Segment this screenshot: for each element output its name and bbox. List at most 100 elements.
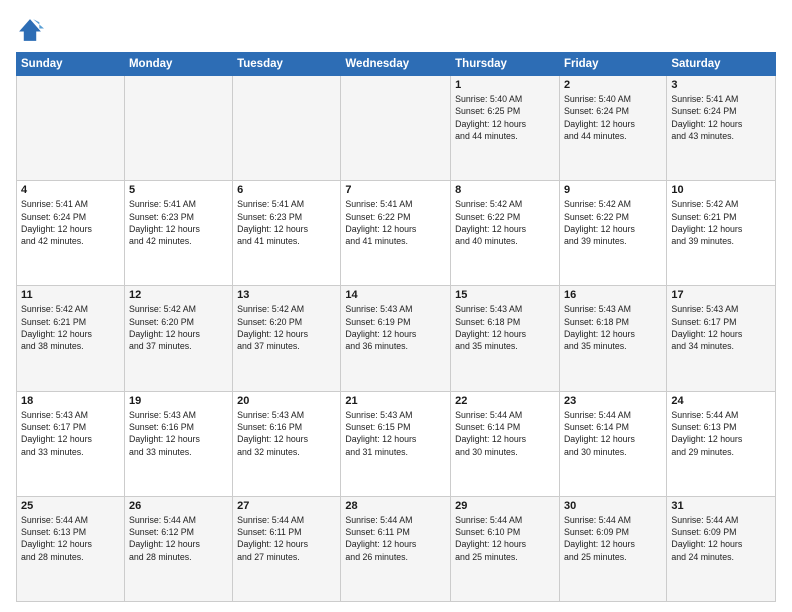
day-cell: 24 Sunrise: 5:44 AM Sunset: 6:13 PM Dayli… <box>667 391 776 496</box>
day-cell: 4Sunrise: 5:41 AM Sunset: 6:24 PM Daylig… <box>17 181 125 286</box>
day-cell: 30 Sunrise: 5:44 AM Sunset: 6:09 PM Dayli… <box>559 496 666 601</box>
day-number: 17 <box>671 289 771 301</box>
day-cell: 21Sunrise: 5:43 AM Sunset: 6:15 PM Dayli… <box>341 391 451 496</box>
day-cell: 18 Sunrise: 5:43 AM Sunset: 6:17 PM Dayli… <box>17 391 125 496</box>
day-info: Sunrise: 5:41 AM Sunset: 6:23 PM Dayligh… <box>129 198 228 247</box>
day-number: 27 <box>237 500 336 512</box>
header-row: SundayMondayTuesdayWednesdayThursdayFrid… <box>17 53 776 76</box>
day-number: 6 <box>237 184 336 196</box>
day-number: 3 <box>671 79 771 91</box>
day-cell: 8Sunrise: 5:42 AM Sunset: 6:22 PM Daylig… <box>451 181 560 286</box>
day-number: 5 <box>129 184 228 196</box>
day-number: 14 <box>345 289 446 301</box>
day-cell: 26Sunrise: 5:44 AM Sunset: 6:12 PM Dayli… <box>124 496 232 601</box>
calendar-header: SundayMondayTuesdayWednesdayThursdayFrid… <box>17 53 776 76</box>
day-number: 9 <box>564 184 662 196</box>
day-info: Sunrise: 5:44 AM Sunset: 6:12 PM Dayligh… <box>129 514 228 563</box>
day-info: Sunrise: 5:41 AM Sunset: 6:23 PM Dayligh… <box>237 198 336 247</box>
day-cell: 6 Sunrise: 5:41 AM Sunset: 6:23 PM Daylig… <box>233 181 341 286</box>
day-info: Sunrise: 5:43 AM Sunset: 6:18 PM Dayligh… <box>455 303 555 352</box>
day-cell: 9Sunrise: 5:42 AM Sunset: 6:22 PM Daylig… <box>559 181 666 286</box>
day-info: Sunrise: 5:42 AM Sunset: 6:20 PM Dayligh… <box>129 303 228 352</box>
day-cell: 5 Sunrise: 5:41 AM Sunset: 6:23 PM Daylig… <box>124 181 232 286</box>
day-cell: 20 Sunrise: 5:43 AM Sunset: 6:16 PM Dayli… <box>233 391 341 496</box>
day-info: Sunrise: 5:43 AM Sunset: 6:17 PM Dayligh… <box>21 409 120 458</box>
day-number: 21 <box>345 395 446 407</box>
day-header-saturday: Saturday <box>667 53 776 76</box>
day-cell: 29Sunrise: 5:44 AM Sunset: 6:10 PM Dayli… <box>451 496 560 601</box>
day-cell <box>341 76 451 181</box>
day-info: Sunrise: 5:42 AM Sunset: 6:21 PM Dayligh… <box>671 198 771 247</box>
day-cell: 22Sunrise: 5:44 AM Sunset: 6:14 PM Dayli… <box>451 391 560 496</box>
day-number: 8 <box>455 184 555 196</box>
day-number: 22 <box>455 395 555 407</box>
day-header-friday: Friday <box>559 53 666 76</box>
day-cell: 17 Sunrise: 5:43 AM Sunset: 6:17 PM Dayli… <box>667 286 776 391</box>
day-number: 1 <box>455 79 555 91</box>
day-number: 31 <box>671 500 771 512</box>
day-info: Sunrise: 5:44 AM Sunset: 6:14 PM Dayligh… <box>564 409 662 458</box>
day-info: Sunrise: 5:43 AM Sunset: 6:19 PM Dayligh… <box>345 303 446 352</box>
day-cell: 2Sunrise: 5:40 AM Sunset: 6:24 PM Daylig… <box>559 76 666 181</box>
header <box>16 16 776 44</box>
day-cell <box>17 76 125 181</box>
day-cell: 11Sunrise: 5:42 AM Sunset: 6:21 PM Dayli… <box>17 286 125 391</box>
page: SundayMondayTuesdayWednesdayThursdayFrid… <box>0 0 792 612</box>
day-header-sunday: Sunday <box>17 53 125 76</box>
day-cell <box>124 76 232 181</box>
day-info: Sunrise: 5:41 AM Sunset: 6:22 PM Dayligh… <box>345 198 446 247</box>
week-row-2: 11Sunrise: 5:42 AM Sunset: 6:21 PM Dayli… <box>17 286 776 391</box>
logo-icon <box>16 16 44 44</box>
day-header-tuesday: Tuesday <box>233 53 341 76</box>
day-info: Sunrise: 5:41 AM Sunset: 6:24 PM Dayligh… <box>671 93 771 142</box>
day-info: Sunrise: 5:44 AM Sunset: 6:09 PM Dayligh… <box>564 514 662 563</box>
calendar-table: SundayMondayTuesdayWednesdayThursdayFrid… <box>16 52 776 602</box>
calendar-body: 1 Sunrise: 5:40 AM Sunset: 6:25 PM Daylig… <box>17 76 776 602</box>
day-cell: 23 Sunrise: 5:44 AM Sunset: 6:14 PM Dayli… <box>559 391 666 496</box>
day-number: 23 <box>564 395 662 407</box>
day-cell: 3 Sunrise: 5:41 AM Sunset: 6:24 PM Daylig… <box>667 76 776 181</box>
day-cell: 28Sunrise: 5:44 AM Sunset: 6:11 PM Dayli… <box>341 496 451 601</box>
day-info: Sunrise: 5:43 AM Sunset: 6:16 PM Dayligh… <box>237 409 336 458</box>
day-number: 16 <box>564 289 662 301</box>
day-number: 10 <box>671 184 771 196</box>
day-cell: 15 Sunrise: 5:43 AM Sunset: 6:18 PM Dayli… <box>451 286 560 391</box>
day-cell: 12Sunrise: 5:42 AM Sunset: 6:20 PM Dayli… <box>124 286 232 391</box>
day-info: Sunrise: 5:41 AM Sunset: 6:24 PM Dayligh… <box>21 198 120 247</box>
day-cell: 27 Sunrise: 5:44 AM Sunset: 6:11 PM Dayli… <box>233 496 341 601</box>
day-number: 19 <box>129 395 228 407</box>
week-row-1: 4Sunrise: 5:41 AM Sunset: 6:24 PM Daylig… <box>17 181 776 286</box>
day-cell: 19 Sunrise: 5:43 AM Sunset: 6:16 PM Dayli… <box>124 391 232 496</box>
day-info: Sunrise: 5:44 AM Sunset: 6:13 PM Dayligh… <box>671 409 771 458</box>
day-info: Sunrise: 5:44 AM Sunset: 6:11 PM Dayligh… <box>237 514 336 563</box>
logo <box>16 16 48 44</box>
day-number: 29 <box>455 500 555 512</box>
day-header-wednesday: Wednesday <box>341 53 451 76</box>
day-number: 7 <box>345 184 446 196</box>
day-number: 2 <box>564 79 662 91</box>
week-row-3: 18 Sunrise: 5:43 AM Sunset: 6:17 PM Dayli… <box>17 391 776 496</box>
week-row-0: 1 Sunrise: 5:40 AM Sunset: 6:25 PM Daylig… <box>17 76 776 181</box>
day-info: Sunrise: 5:43 AM Sunset: 6:17 PM Dayligh… <box>671 303 771 352</box>
day-cell: 13Sunrise: 5:42 AM Sunset: 6:20 PM Dayli… <box>233 286 341 391</box>
day-info: Sunrise: 5:44 AM Sunset: 6:09 PM Dayligh… <box>671 514 771 563</box>
day-cell: 31 Sunrise: 5:44 AM Sunset: 6:09 PM Dayli… <box>667 496 776 601</box>
day-number: 20 <box>237 395 336 407</box>
day-cell: 14 Sunrise: 5:43 AM Sunset: 6:19 PM Dayli… <box>341 286 451 391</box>
day-info: Sunrise: 5:40 AM Sunset: 6:25 PM Dayligh… <box>455 93 555 142</box>
day-info: Sunrise: 5:42 AM Sunset: 6:20 PM Dayligh… <box>237 303 336 352</box>
day-cell: 1 Sunrise: 5:40 AM Sunset: 6:25 PM Daylig… <box>451 76 560 181</box>
day-number: 30 <box>564 500 662 512</box>
day-number: 15 <box>455 289 555 301</box>
day-cell <box>233 76 341 181</box>
day-header-thursday: Thursday <box>451 53 560 76</box>
day-cell: 7 Sunrise: 5:41 AM Sunset: 6:22 PM Daylig… <box>341 181 451 286</box>
day-info: Sunrise: 5:43 AM Sunset: 6:18 PM Dayligh… <box>564 303 662 352</box>
day-cell: 25Sunrise: 5:44 AM Sunset: 6:13 PM Dayli… <box>17 496 125 601</box>
day-info: Sunrise: 5:43 AM Sunset: 6:16 PM Dayligh… <box>129 409 228 458</box>
day-cell: 10 Sunrise: 5:42 AM Sunset: 6:21 PM Dayli… <box>667 181 776 286</box>
day-number: 18 <box>21 395 120 407</box>
day-number: 28 <box>345 500 446 512</box>
day-number: 24 <box>671 395 771 407</box>
day-cell: 16 Sunrise: 5:43 AM Sunset: 6:18 PM Dayli… <box>559 286 666 391</box>
